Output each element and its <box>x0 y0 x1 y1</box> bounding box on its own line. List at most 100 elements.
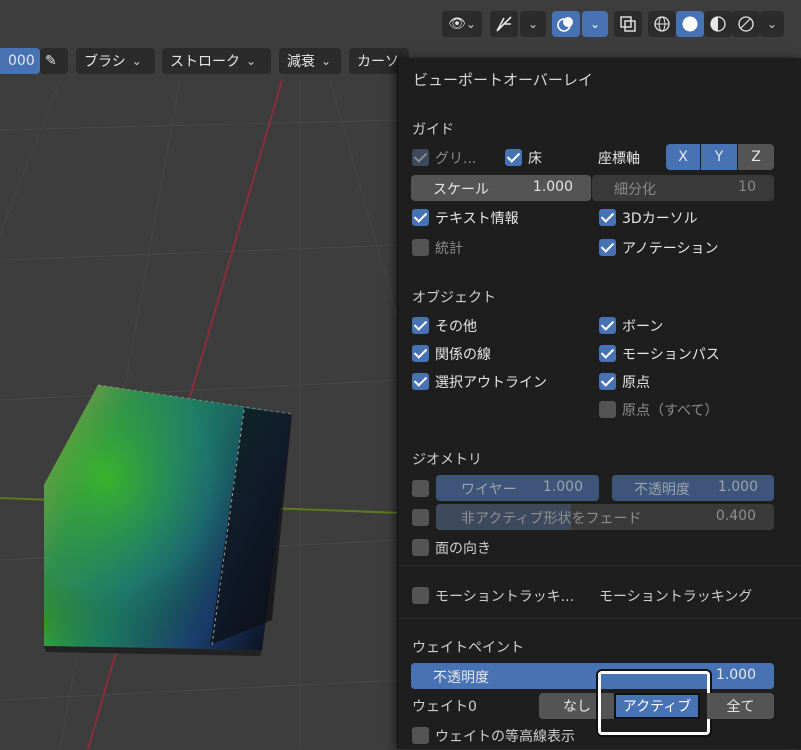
extras-label: その他 <box>435 319 477 335</box>
falloff-label: 減衰 <box>287 54 315 70</box>
statistics-label: 統計 <box>435 241 463 257</box>
annotation-label: アノテーション <box>622 241 719 257</box>
divider <box>398 565 801 566</box>
weight-contours-checkbox[interactable] <box>412 727 429 744</box>
relationship-lines-label: 関係の線 <box>435 347 491 363</box>
overlay-toggle[interactable] <box>552 11 580 37</box>
origins-all-label: 原点（すべて） <box>622 403 719 419</box>
grid-scale-label: スケール <box>433 182 489 198</box>
motion-tracking-checkbox[interactable] <box>412 587 429 604</box>
popover-title: ビューポートオーバーレイ <box>413 71 593 89</box>
shading-wireframe[interactable] <box>648 11 676 37</box>
bones-checkbox[interactable] <box>599 317 616 334</box>
wire-opacity-value: 1.000 <box>717 479 758 495</box>
motion-tracking-label: モーショントラッキ... <box>435 589 575 605</box>
grid-checkbox[interactable] <box>412 149 429 166</box>
pen-icon: ✎ <box>45 53 57 69</box>
shading-solid[interactable] <box>676 11 704 37</box>
motion-tracking-label-2: モーショントラッキング <box>599 589 753 605</box>
axis-x-toggle[interactable]: X <box>666 144 700 170</box>
wireframe-threshold-field[interactable]: ワイヤー 1.000 <box>436 475 599 501</box>
extras-checkbox[interactable] <box>412 317 429 334</box>
xray-icon <box>620 16 636 32</box>
wireframe-label: ワイヤー <box>461 482 517 498</box>
gizmo-toggle[interactable] <box>490 11 518 37</box>
motion-paths-checkbox[interactable] <box>599 345 616 362</box>
chevron-down-icon: ⌄ <box>321 54 332 68</box>
chevron-down-icon: ⌄ <box>527 17 539 31</box>
fade-inactive-field[interactable]: 非アクティブ形状をフェード 0.400 <box>436 504 774 530</box>
outline-selected-checkbox[interactable] <box>412 373 429 390</box>
wireframe-sphere-icon <box>654 16 670 32</box>
brush-label: ブラシ <box>84 54 126 70</box>
geometry-section-title: ジオメトリ <box>412 452 482 468</box>
zero-weights-label: ウェイト0 <box>412 699 477 715</box>
weight-paint-section-title: ウェイトペイント <box>412 640 524 656</box>
weight-opacity-field[interactable]: 不透明度 1.000 <box>411 663 774 689</box>
stroke-menu[interactable]: ストローク ⌄ <box>162 48 271 74</box>
text-info-checkbox[interactable] <box>412 209 429 226</box>
shading-dropdown[interactable]: ⌄ <box>760 11 784 37</box>
strength-field[interactable]: 000 <box>0 48 40 74</box>
eye-icon: 👁 <box>448 16 466 32</box>
subdivisions-value: 10 <box>738 179 756 195</box>
shading-material[interactable] <box>704 11 732 37</box>
origins-label: 原点 <box>622 375 650 391</box>
face-orientation-label: 面の向き <box>435 541 491 557</box>
stroke-label: ストローク <box>170 54 240 70</box>
cursor-label: カーソ <box>357 54 399 70</box>
viewport-overlays-popover: ビューポートオーバーレイ ガイド グリ... 床 座標軸 X Y Z スケール … <box>397 58 801 749</box>
motion-paths-label: モーションパス <box>622 347 720 363</box>
chevron-down-icon: ⌄ <box>589 17 601 31</box>
origins-all-checkbox[interactable] <box>599 401 616 418</box>
outline-selected-label: 選択アウトライン <box>435 375 547 391</box>
3d-cursor-label: 3Dカーソル <box>622 211 698 227</box>
material-sphere-icon <box>710 16 726 32</box>
axis-y-toggle[interactable]: Y <box>701 144 737 170</box>
shading-rendered[interactable] <box>732 11 760 37</box>
brush-menu[interactable]: ブラシ ⌄ <box>76 48 155 74</box>
visibility-dropdown[interactable]: 👁 ⌄ <box>442 11 482 37</box>
floor-label: 床 <box>528 151 542 167</box>
overlay-dropdown[interactable]: ⌄ <box>582 11 608 37</box>
annotation-checkbox[interactable] <box>599 239 616 256</box>
chevron-down-icon: ⌄ <box>131 54 142 68</box>
zero-weights-active[interactable]: アクティブ <box>614 693 700 719</box>
chevron-down-icon: ⌄ <box>766 17 778 31</box>
cube-mesh <box>44 384 293 656</box>
wireframe-opacity-field[interactable]: 不透明度 1.000 <box>612 475 774 501</box>
grid-scale-value: 1.000 <box>532 179 573 195</box>
grid-scale-field[interactable]: スケール 1.000 <box>411 175 591 201</box>
gizmo-icon <box>496 16 512 32</box>
chevron-down-icon: ⌄ <box>465 17 476 31</box>
strength-value: 000 <box>8 53 35 69</box>
fade-inactive-checkbox[interactable] <box>412 509 429 526</box>
bones-label: ボーン <box>622 319 664 335</box>
gizmo-dropdown[interactable]: ⌄ <box>520 11 546 37</box>
fade-inactive-value: 0.400 <box>715 508 756 524</box>
subdivisions-label: 細分化 <box>614 182 656 198</box>
3d-cursor-checkbox[interactable] <box>599 209 616 226</box>
solid-sphere-icon <box>682 16 698 32</box>
floor-checkbox[interactable] <box>505 149 522 166</box>
text-info-label: テキスト情報 <box>435 211 519 227</box>
falloff-menu[interactable]: 減衰 ⌄ <box>279 48 341 74</box>
pen-pressure-button[interactable]: ✎ <box>40 48 68 74</box>
axis-z-toggle[interactable]: Z <box>738 144 774 170</box>
grid-subdivisions-field[interactable]: 細分化 10 <box>592 175 774 201</box>
zero-weights-all[interactable]: 全て <box>707 693 774 719</box>
relationship-lines-checkbox[interactable] <box>412 345 429 362</box>
weight-contours-label: ウェイトの等高線表示 <box>435 729 575 745</box>
grid-label: グリ... <box>435 151 477 167</box>
divider <box>398 618 801 619</box>
face-orientation-checkbox[interactable] <box>412 539 429 556</box>
origins-checkbox[interactable] <box>599 373 616 390</box>
objects-section-title: オブジェクト <box>412 290 496 306</box>
xray-toggle[interactable] <box>614 11 642 37</box>
axes-label: 座標軸 <box>598 151 640 167</box>
chevron-down-icon: ⌄ <box>246 54 257 68</box>
guides-section-title: ガイド <box>412 122 454 138</box>
statistics-checkbox[interactable] <box>412 239 429 256</box>
wire-opacity-label: 不透明度 <box>634 482 690 498</box>
wireframe-checkbox[interactable] <box>412 480 429 497</box>
